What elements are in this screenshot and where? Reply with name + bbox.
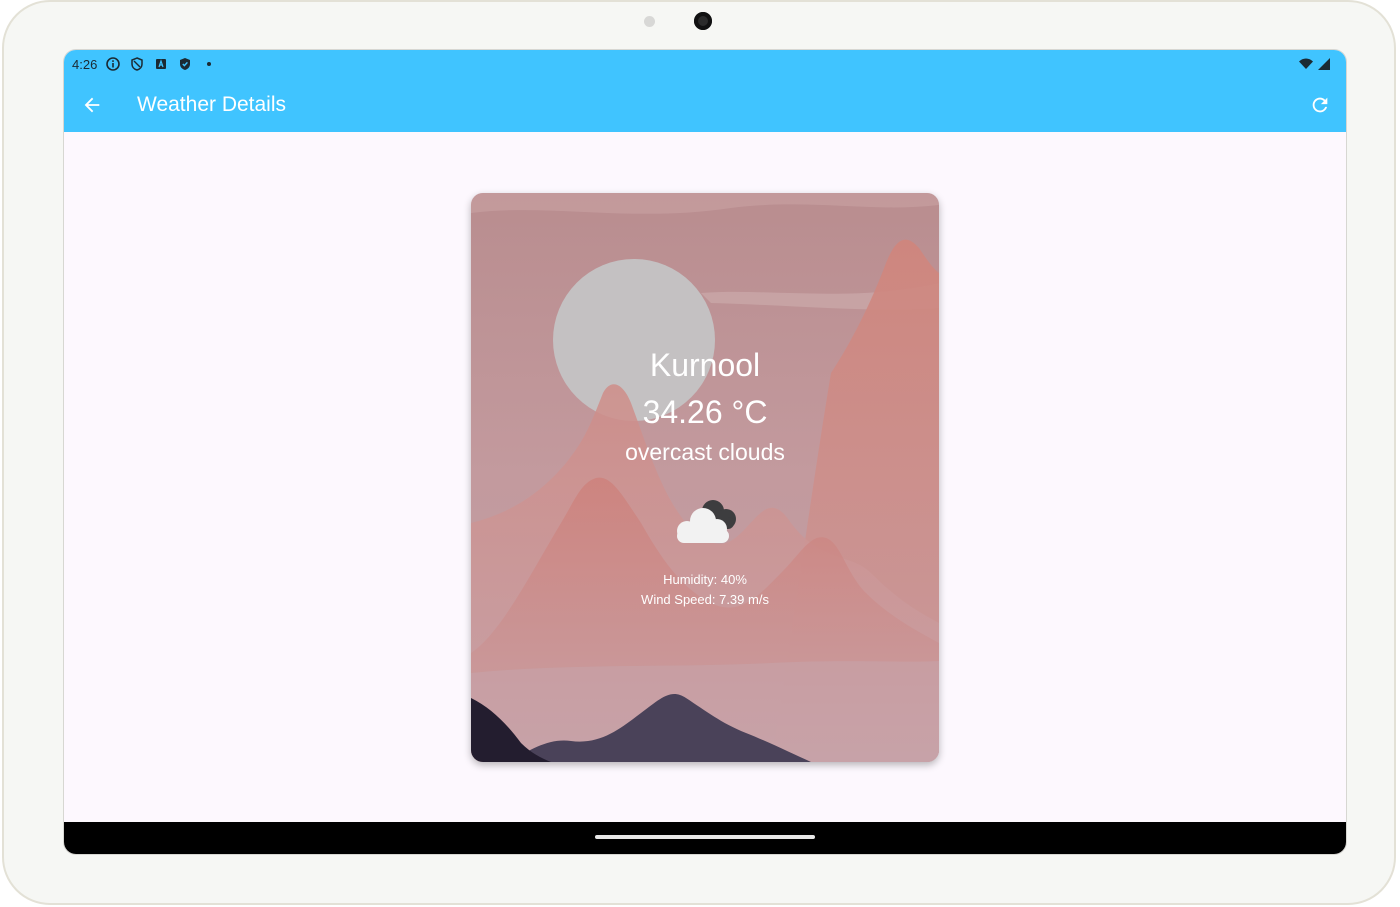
weather-info: Kurnool 34.26 °C overcast clouds Humidit… [471, 193, 939, 762]
overcast-clouds-icon [677, 500, 736, 543]
refresh-button[interactable] [1306, 91, 1334, 119]
weather-card: Kurnool 34.26 °C overcast clouds Humidit… [471, 193, 939, 762]
tablet-frame: 4:26 Weather Details Kurnool 34.26 °C ov… [2, 0, 1396, 905]
back-button[interactable] [78, 91, 106, 119]
a-square-icon [156, 59, 167, 69]
main-content: Kurnool 34.26 °C overcast clouds Humidit… [64, 132, 1346, 822]
status-bar-right [1298, 56, 1332, 72]
shield-outline-icon [131, 57, 144, 71]
wind-speed-text: Wind Speed: 7.39 m/s [641, 592, 769, 607]
status-bar: 4:26 [64, 50, 1346, 78]
arrow-back-icon [84, 97, 100, 113]
cell-signal-icon [1318, 58, 1330, 70]
navigation-bar [64, 822, 1346, 854]
light-sensor [644, 16, 655, 27]
info-icon [106, 57, 121, 71]
weather-description: overcast clouds [625, 439, 785, 465]
device-screen: 4:26 Weather Details Kurnool 34.26 °C ov… [64, 50, 1346, 854]
dot-icon [207, 62, 212, 66]
city-name: Kurnool [649, 347, 761, 383]
refresh-icon [1312, 97, 1328, 113]
status-bar-left: 4:26 [72, 56, 217, 72]
temperature: 34.26 °C [642, 394, 768, 430]
wifi-icon [1299, 58, 1313, 69]
status-time: 4:26 [72, 56, 98, 72]
shield-check-icon [180, 58, 191, 70]
app-bar: Weather Details [64, 78, 1346, 132]
home-gesture-handle[interactable] [595, 835, 815, 839]
front-camera [694, 12, 712, 30]
page-title: Weather Details [137, 93, 287, 116]
humidity-text: Humidity: 40% [663, 572, 747, 587]
